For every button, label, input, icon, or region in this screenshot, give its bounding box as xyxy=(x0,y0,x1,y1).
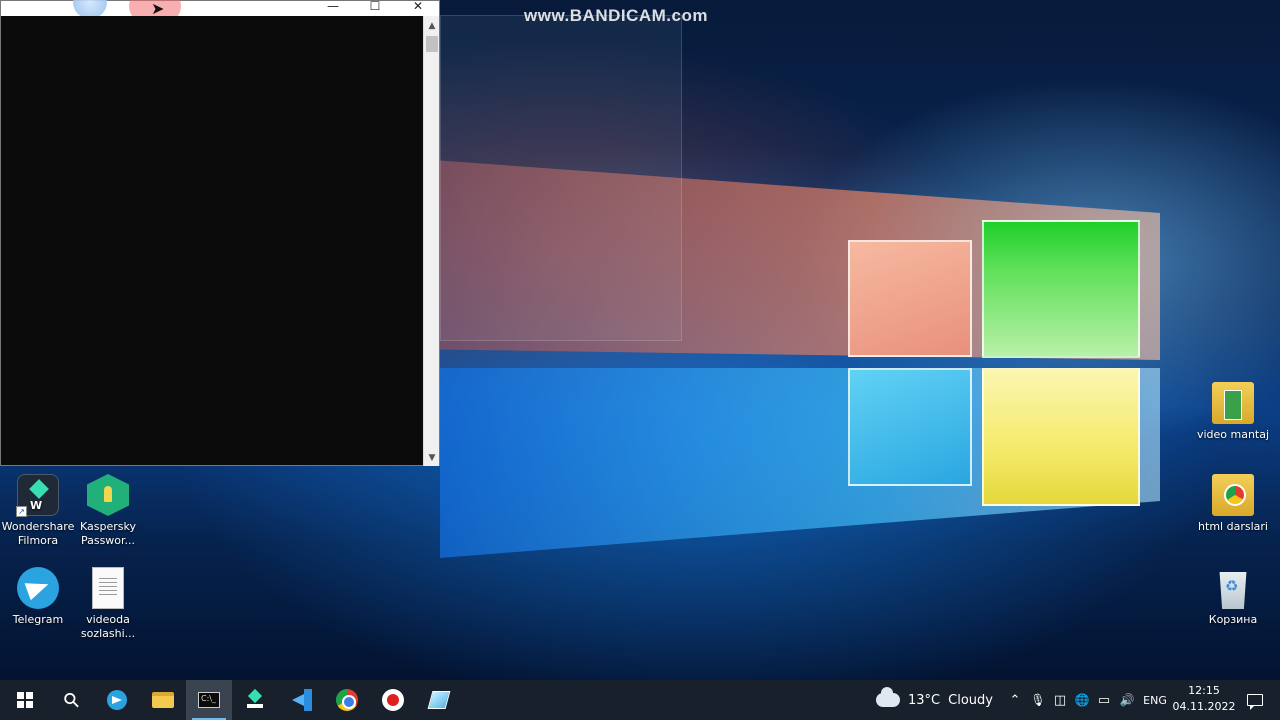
folder-icon xyxy=(1212,382,1254,424)
scroll-thumb[interactable] xyxy=(426,36,438,52)
volume-tray-button[interactable]: 🔊 xyxy=(1116,680,1138,720)
desktop-icon-filmora[interactable]: ↗ Wondershare Filmora xyxy=(1,474,75,548)
desktop-icon-recycle-bin[interactable]: Корзина xyxy=(1196,567,1270,627)
command-prompt-icon: C:\_ xyxy=(198,692,220,708)
chrome-folder-icon xyxy=(1212,474,1254,516)
microphone-tray-button[interactable]: 🎙 xyxy=(1028,680,1048,720)
desktop-icon-label: sozlashi... xyxy=(80,627,136,640)
taskbar-chrome[interactable] xyxy=(324,680,370,720)
language-label: ENG xyxy=(1143,693,1167,707)
desktop-icon-label: videoda xyxy=(86,613,130,626)
desktop-icon-label: html darslari xyxy=(1198,520,1268,533)
telegram-icon xyxy=(17,567,59,609)
taskbar-app-pencil[interactable] xyxy=(416,680,462,720)
telegram-icon xyxy=(107,690,127,710)
windows-logo-pane-top-left xyxy=(848,240,972,357)
camera-icon: ◫ xyxy=(1053,692,1067,708)
recycle-bin-icon xyxy=(1219,572,1247,609)
scroll-down-arrow-icon[interactable]: ▼ xyxy=(424,450,440,466)
desktop-icon-label: Wondershare xyxy=(1,520,75,533)
vertical-scrollbar[interactable]: ▲ ▼ xyxy=(423,16,439,466)
desktop-icon-html-darslari[interactable]: html darslari xyxy=(1196,474,1270,534)
filmora-icon xyxy=(245,690,265,710)
scroll-up-arrow-icon[interactable]: ▲ xyxy=(424,18,440,34)
show-hidden-icons-button[interactable]: ⌃ xyxy=(1006,680,1024,720)
taskbar: ⚲ C:\_ 13°C Cloudy ⌃ 🎙 ◫ 🌐 ▭ � xyxy=(0,680,1280,720)
maximize-button[interactable]: ☐ xyxy=(365,0,385,14)
desktop-icon-label: video mantaj xyxy=(1196,428,1270,441)
windows-logo-pane-bottom-left xyxy=(848,368,972,486)
notepad-pencil-icon xyxy=(427,691,451,709)
filmora-icon: ↗ xyxy=(16,474,59,517)
taskbar-filmora[interactable] xyxy=(232,680,278,720)
network-globe-icon: 🌐 xyxy=(1074,693,1090,707)
weather-condition: Cloudy xyxy=(948,692,993,708)
bandicam-watermark: www.BANDICAM.com xyxy=(524,6,708,25)
start-button[interactable] xyxy=(2,680,48,720)
desktop-icon-label: Корзина xyxy=(1208,613,1258,626)
search-button[interactable]: ⚲ xyxy=(48,680,94,720)
desktop-icon-videoda-sozlashi[interactable]: videoda sozlashi... xyxy=(71,567,145,641)
desktop-icon-label: Kaspersky xyxy=(80,520,136,533)
battery-tray-button[interactable]: ▭ xyxy=(1094,680,1114,720)
volume-icon: 🔊 xyxy=(1119,693,1135,707)
mouse-cursor-icon: ➤ xyxy=(151,0,165,18)
notifications-button[interactable] xyxy=(1240,680,1270,720)
clock[interactable]: 12:15 04.11.2022 xyxy=(1172,683,1236,715)
shortcut-arrow-icon: ↗ xyxy=(16,506,27,517)
clock-time: 12:15 xyxy=(1188,684,1220,697)
kaspersky-password-icon xyxy=(87,474,129,516)
vscode-icon xyxy=(290,689,312,711)
desktop-icon-label: Filmora xyxy=(17,534,59,547)
notification-icon xyxy=(1247,694,1263,710)
record-icon xyxy=(382,689,404,711)
microphone-icon: 🎙 xyxy=(1030,693,1046,707)
desktop-icon-label: Passwor... xyxy=(80,534,136,547)
windows-logo-pane-top-right xyxy=(982,220,1140,358)
camera-tray-button[interactable]: ◫ xyxy=(1050,680,1070,720)
desktop-icon-video-mantaj[interactable]: video mantaj xyxy=(1196,382,1270,442)
chevron-up-icon: ⌃ xyxy=(1009,692,1021,708)
cloud-icon xyxy=(876,687,900,707)
console-titlebar[interactable]: ➤ — ☐ ✕ xyxy=(1,0,439,27)
windows-start-icon xyxy=(17,692,33,708)
chrome-icon xyxy=(336,689,358,711)
file-explorer-icon xyxy=(152,692,174,708)
taskbar-bandicam[interactable] xyxy=(370,680,416,720)
battery-icon: ▭ xyxy=(1097,692,1111,708)
search-icon: ⚲ xyxy=(57,686,85,714)
windows-logo-pane-bottom-right xyxy=(982,368,1140,506)
taskbar-command-prompt[interactable]: C:\_ xyxy=(186,680,232,720)
minimize-button[interactable]: — xyxy=(323,0,343,14)
clock-date: 04.11.2022 xyxy=(1172,700,1236,713)
console-output-area[interactable] xyxy=(3,16,423,465)
desktop-icon-telegram[interactable]: Telegram xyxy=(1,567,75,627)
text-document-icon xyxy=(92,567,124,609)
weather-widget[interactable]: 13°C Cloudy xyxy=(876,680,996,720)
network-tray-button[interactable]: 🌐 xyxy=(1072,680,1092,720)
taskbar-vscode[interactable] xyxy=(278,680,324,720)
desktop-icon-kaspersky-password[interactable]: Kaspersky Passwor... xyxy=(71,474,145,548)
console-window[interactable]: ➤ — ☐ ✕ ▲ ▼ xyxy=(0,0,440,466)
weather-temperature: 13°C xyxy=(908,692,941,708)
translucent-window-overlay xyxy=(440,15,682,341)
language-indicator[interactable]: ENG xyxy=(1140,680,1170,720)
close-button[interactable]: ✕ xyxy=(408,0,428,14)
taskbar-file-explorer[interactable] xyxy=(140,680,186,720)
desktop-icon-label: Telegram xyxy=(12,613,64,626)
taskbar-telegram[interactable] xyxy=(94,680,140,720)
